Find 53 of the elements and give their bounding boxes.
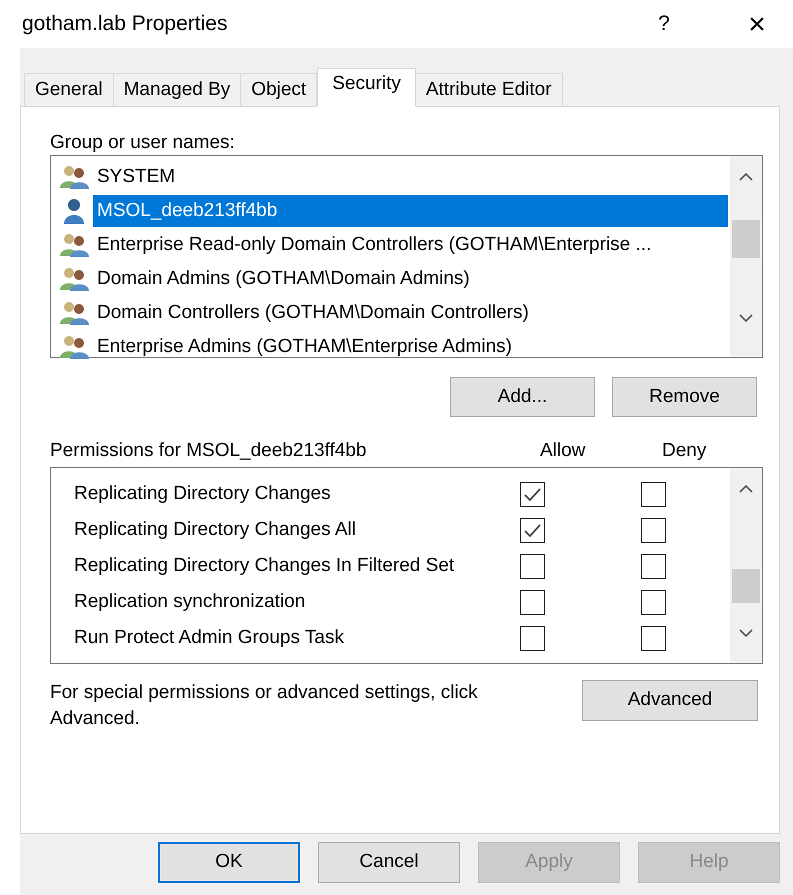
principal-item[interactable]: Domain Controllers (GOTHAM\Domain Controllers): [93, 297, 533, 329]
group-icon: [59, 301, 91, 325]
tab[interactable]: Object: [240, 73, 318, 107]
help-button[interactable]: ?: [649, 8, 679, 40]
advanced-note: For special permissions or advanced settings, click Advanced.: [50, 681, 479, 731]
tab[interactable]: Attribute Editor: [414, 73, 563, 107]
principal-item[interactable]: Enterprise Read-only Domain Controllers (GOTHAM\Enterprise ...: [93, 229, 656, 261]
add-button[interactable]: Add...: [450, 377, 595, 417]
permission-name: Replicating Directory Changes All: [73, 518, 357, 542]
dialog-button[interactable]: Cancel: [318, 842, 460, 883]
scroll-up-icon[interactable]: [739, 484, 753, 493]
scrollbar-thumb[interactable]: [732, 220, 760, 258]
column-header: Deny: [662, 438, 706, 462]
checkbox[interactable]: [520, 518, 545, 542]
scroll-down-icon[interactable]: [739, 629, 753, 638]
principal-item[interactable]: Enterprise Admins (GOTHAM\Enterprise Admins): [93, 331, 516, 363]
group-icon: [59, 267, 91, 291]
principal-item[interactable]: SYSTEM: [93, 161, 180, 193]
group-icon: [59, 335, 91, 359]
group-names-label: Group or user names:: [50, 131, 236, 155]
principal-item[interactable]: Domain Admins (GOTHAM\Domain Admins): [93, 263, 474, 295]
checkbox[interactable]: [641, 518, 666, 542]
permission-name: Replication synchronization: [73, 590, 306, 614]
checkbox[interactable]: [520, 590, 545, 614]
checkbox[interactable]: [641, 590, 666, 614]
permission-name: Replicating Directory Changes: [73, 482, 332, 506]
scrollbar-thumb[interactable]: [732, 569, 760, 603]
checkbox[interactable]: [520, 626, 545, 650]
advanced-button[interactable]: Advanced: [582, 680, 758, 721]
checkmark-icon: [523, 522, 542, 538]
dialog-button[interactable]: OK: [158, 842, 300, 883]
checkbox[interactable]: [520, 554, 545, 578]
scroll-up-icon[interactable]: [739, 172, 753, 181]
tab[interactable]: Security: [317, 68, 416, 107]
remove-button[interactable]: Remove: [612, 377, 757, 417]
close-button[interactable]: ×: [739, 2, 775, 46]
tab[interactable]: General: [24, 73, 114, 107]
checkbox[interactable]: [641, 626, 666, 650]
checkmark-icon: [523, 486, 542, 502]
window-title: gotham.lab Properties: [22, 11, 228, 38]
group-icon: [59, 165, 91, 189]
permission-name: Run Protect Admin Groups Task: [73, 626, 345, 650]
scrollbar[interactable]: [730, 468, 762, 663]
checkbox[interactable]: [520, 482, 545, 506]
checkbox[interactable]: [641, 482, 666, 506]
column-header: Allow: [540, 438, 586, 462]
scroll-down-icon[interactable]: [739, 314, 753, 323]
checkbox[interactable]: [641, 554, 666, 578]
permission-name: Replicating Directory Changes In Filtered Set: [73, 554, 456, 578]
permissions-label: Permissions for MSOL_deeb213ff4bb: [50, 438, 368, 462]
principal-item[interactable]: MSOL_deeb213ff4bb: [93, 195, 728, 227]
group-icon: [59, 233, 91, 257]
scrollbar[interactable]: [730, 156, 762, 357]
